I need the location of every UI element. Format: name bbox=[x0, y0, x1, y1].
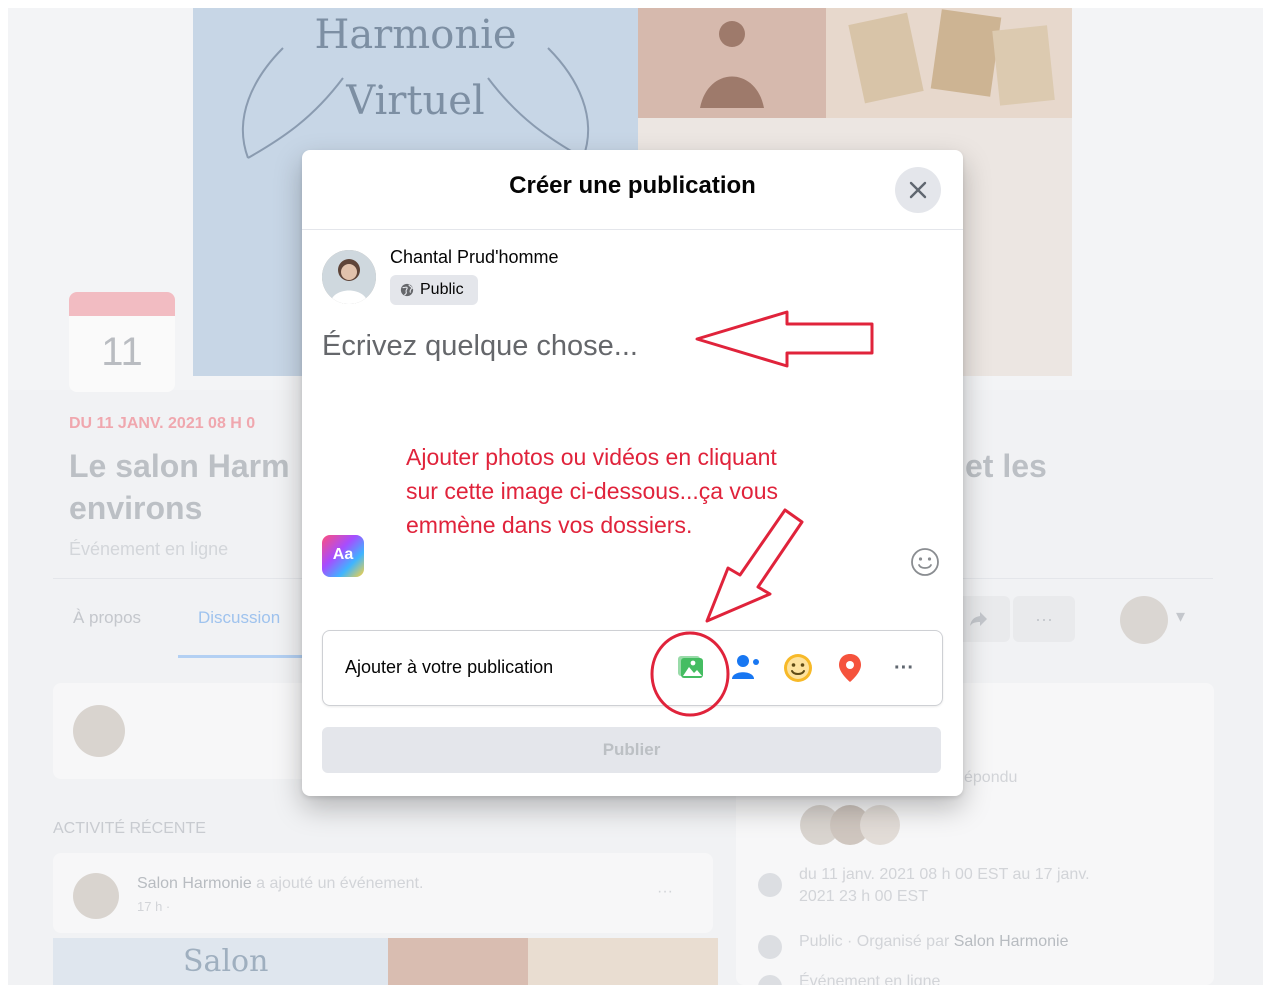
detail-date-line2: 2021 23 h 00 EST bbox=[799, 888, 928, 905]
privacy-label: Public bbox=[420, 281, 464, 298]
avatar bbox=[73, 705, 125, 757]
user-avatar bbox=[322, 250, 376, 304]
thumb-text: Salon bbox=[183, 944, 269, 979]
date-card-strip bbox=[69, 292, 175, 316]
annotation-text: Ajouter photos ou vidéos en cliquant sur… bbox=[406, 440, 778, 542]
user-name: Chantal Prud'homme bbox=[390, 247, 559, 267]
globe-icon bbox=[758, 935, 782, 959]
guest-avatar-3 bbox=[860, 805, 900, 845]
feeling-button[interactable] bbox=[779, 649, 817, 687]
clock-icon bbox=[758, 873, 782, 897]
detail-public: Public · Organisé par Salon Harmonie bbox=[799, 933, 1068, 951]
more-tools-button[interactable]: ··· bbox=[885, 649, 923, 687]
chevron-down-icon[interactable]: ▾ bbox=[1176, 606, 1185, 627]
tag-people-button[interactable] bbox=[727, 649, 765, 687]
add-to-post-label: Ajouter à votre publication bbox=[345, 657, 554, 677]
feeling-icon bbox=[784, 654, 812, 682]
text-background-button[interactable]: Aa bbox=[322, 535, 364, 577]
tab-about[interactable]: À propos bbox=[73, 608, 141, 628]
share-icon bbox=[970, 612, 987, 626]
meditation-figure bbox=[700, 21, 764, 108]
avatar bbox=[73, 873, 119, 919]
cover-meditation-image bbox=[638, 8, 826, 118]
activity-more-button[interactable]: ··· bbox=[657, 883, 673, 901]
post-text-input[interactable]: Écrivez quelque chose... bbox=[322, 330, 638, 363]
smiley-icon bbox=[911, 548, 939, 576]
more-options-button[interactable]: ··· bbox=[1013, 596, 1075, 642]
detail-online: Événement en ligne bbox=[799, 973, 941, 985]
photo-icon bbox=[678, 656, 703, 678]
globe-icon bbox=[400, 283, 414, 297]
activity-card: Salon Harmonie a ajouté un événement. 17… bbox=[53, 853, 713, 933]
event-title-line2: environs bbox=[69, 490, 203, 526]
event-date-card: 11 bbox=[69, 292, 175, 392]
detail-public-label: Public · Organisé par bbox=[799, 933, 954, 950]
aa-label: Aa bbox=[332, 546, 354, 563]
detail-date-line1: du 11 janv. 2021 08 h 00 EST au 17 janv. bbox=[799, 866, 1090, 883]
profile-avatar-button[interactable] bbox=[1120, 596, 1168, 644]
online-icon bbox=[758, 975, 782, 985]
tarot-cards bbox=[848, 9, 1055, 106]
detail-organizer[interactable]: Salon Harmonie bbox=[954, 933, 1069, 950]
publish-button[interactable]: Publier bbox=[322, 727, 941, 773]
activity-time: 17 h · bbox=[137, 899, 171, 914]
create-post-dialog: Créer une publication Chantal Prud'homme… bbox=[302, 150, 963, 796]
cover-tarot-image bbox=[826, 8, 1072, 118]
annotation-line2: sur cette image ci-dessous...ça vous bbox=[406, 478, 778, 504]
activity-action: a ajouté un événement. bbox=[251, 875, 424, 892]
activity-thumb-meditation bbox=[388, 938, 528, 985]
add-to-post-bar: Ajouter à votre publication ··· bbox=[322, 630, 943, 706]
annotation-line1: Ajouter photos ou vidéos en cliquant bbox=[406, 444, 777, 470]
tab-active-underline bbox=[178, 655, 308, 658]
responded-text: épondu bbox=[964, 769, 1018, 786]
photo-video-button[interactable] bbox=[673, 649, 711, 687]
event-title-right: et les bbox=[965, 448, 1047, 484]
date-day: 11 bbox=[101, 330, 143, 374]
recent-activity-heading: ACTIVITÉ RÉCENTE bbox=[53, 820, 206, 837]
event-subtitle: Événement en ligne bbox=[69, 539, 229, 559]
tab-discussion[interactable]: Discussion bbox=[198, 608, 280, 628]
emoji-button[interactable] bbox=[910, 547, 940, 582]
close-icon bbox=[909, 181, 927, 199]
event-date-text: DU 11 JANV. 2021 08 H 0 bbox=[69, 415, 256, 432]
activity-line: Salon Harmonie a ajouté un événement. bbox=[137, 875, 423, 893]
annotation-line3: emmène dans vos dossiers. bbox=[406, 512, 693, 538]
dialog-title: Créer une publication bbox=[509, 172, 756, 199]
event-title-line1: Le salon Harm bbox=[69, 448, 290, 484]
event-title: Le salon Harm environs bbox=[69, 445, 309, 529]
activity-thumb-logo: Salon bbox=[53, 938, 388, 985]
location-pin-icon bbox=[839, 654, 861, 682]
check-in-button[interactable] bbox=[831, 649, 869, 687]
user-avatar-image bbox=[322, 250, 376, 304]
close-button[interactable] bbox=[895, 167, 941, 213]
dialog-header: Créer une publication bbox=[302, 150, 963, 230]
activity-thumb-tarot bbox=[528, 938, 718, 985]
privacy-selector-button[interactable]: Public bbox=[390, 275, 478, 305]
tag-people-icon bbox=[732, 655, 759, 679]
activity-author[interactable]: Salon Harmonie bbox=[137, 875, 252, 892]
